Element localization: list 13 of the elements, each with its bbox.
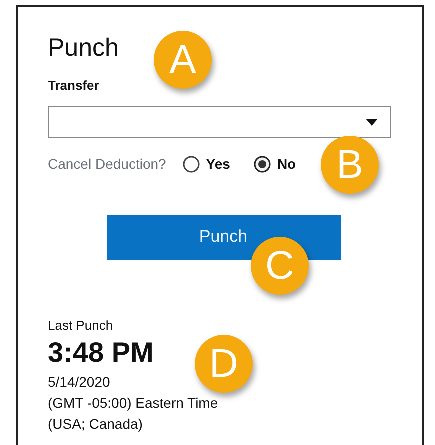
last-punch-date: 5/14/2020 [48,373,110,392]
transfer-label: Transfer [48,78,100,94]
last-punch-label: Last Punch [48,318,114,334]
annotation-overlay: C [251,237,309,295]
annotation-overlay: A [154,31,212,89]
radio-label: Yes [206,156,230,172]
annotation-overlay: B [321,136,379,194]
panel-title: Punch [48,33,119,63]
radio-label: No [277,156,296,172]
last-punch-time: 3:48 PM [48,337,154,369]
annotation-overlay: D [195,335,253,393]
cancel-deduction-label: Cancel Deduction? [48,156,166,172]
time-zone-text: (GMT -05:00) Eastern Time (USA; Canada) [48,394,220,434]
